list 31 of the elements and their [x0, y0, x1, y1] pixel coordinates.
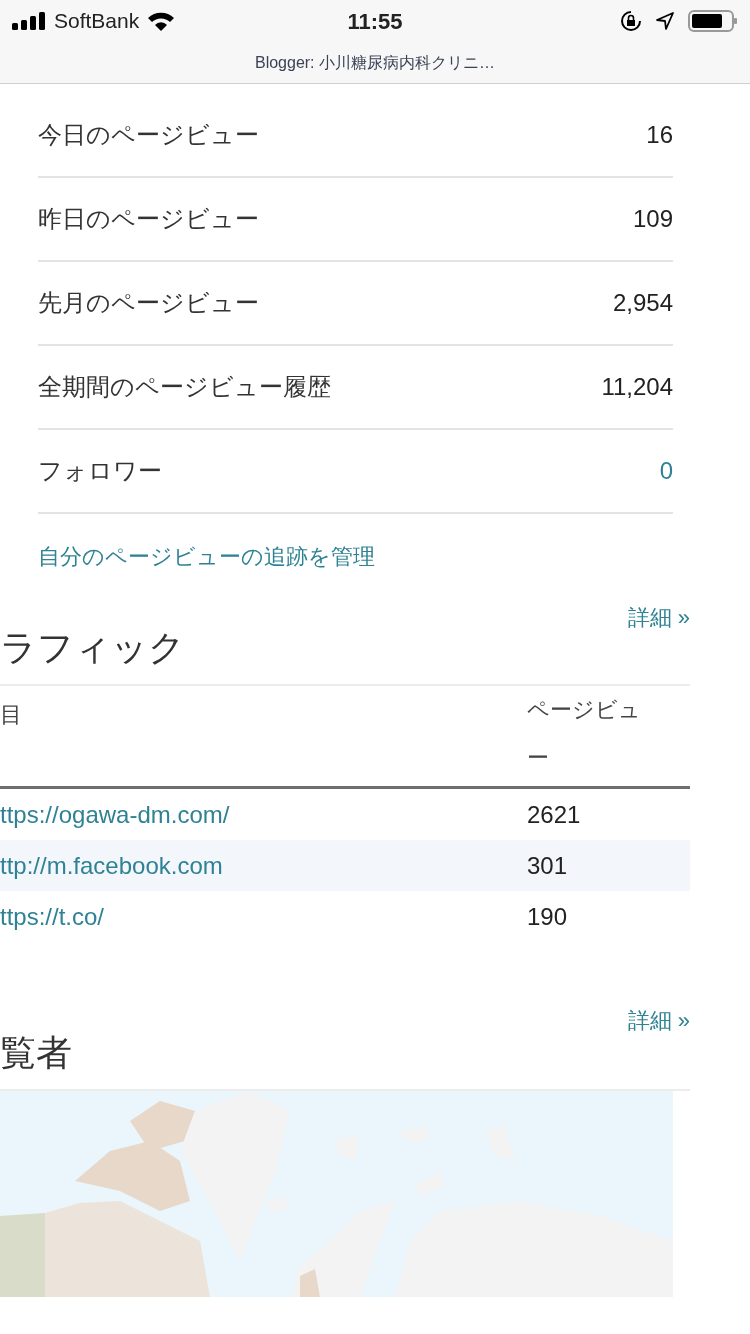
stat-value: 2,954	[612, 288, 673, 318]
manage-link[interactable]: 自分のページビューの追跡を管理	[38, 544, 375, 569]
column-header: ページビュー	[527, 696, 642, 772]
stat-label: 今日のページビュー	[38, 120, 259, 150]
referrer-link[interactable]: ttps://t.co/	[0, 902, 105, 930]
page-title: Blogger: 小川糖尿病内科クリニ…	[254, 52, 495, 73]
stat-label: フォロワー	[38, 456, 162, 486]
table-cell-text: 2621	[527, 799, 581, 830]
stat-label: 昨日のページビュー	[38, 204, 259, 234]
stat-value: 11,204	[601, 372, 673, 402]
location-icon	[656, 12, 674, 30]
stat-label: 全期間のページビュー履歴	[38, 372, 331, 402]
stat-value: 16	[646, 120, 673, 150]
clock-time: 11:55	[347, 7, 403, 36]
section-heading: 覧者	[0, 1033, 72, 1073]
stat-label: 先月のページビュー	[38, 288, 259, 318]
details-link[interactable]: 詳細 »	[627, 1004, 690, 1037]
stat-link[interactable]: 0	[659, 453, 673, 489]
table-cell-text: 301	[527, 850, 568, 881]
wifi-icon	[147, 11, 176, 31]
section-heading: ラフィック	[0, 628, 185, 668]
table-cell-text: 190	[527, 901, 568, 932]
rotation-lock-icon	[620, 10, 642, 32]
column-header: 目	[0, 702, 22, 727]
stat-value: 109	[632, 204, 673, 234]
battery-icon	[688, 10, 738, 32]
details-link[interactable]: 詳細 »	[627, 601, 690, 634]
carrier-name: SoftBank	[54, 8, 140, 35]
signal-icon	[12, 12, 46, 30]
referrer-link[interactable]: ttp://m.facebook.com	[0, 851, 223, 879]
referrer-link[interactable]: ttps://ogawa-dm.com/	[0, 800, 230, 828]
